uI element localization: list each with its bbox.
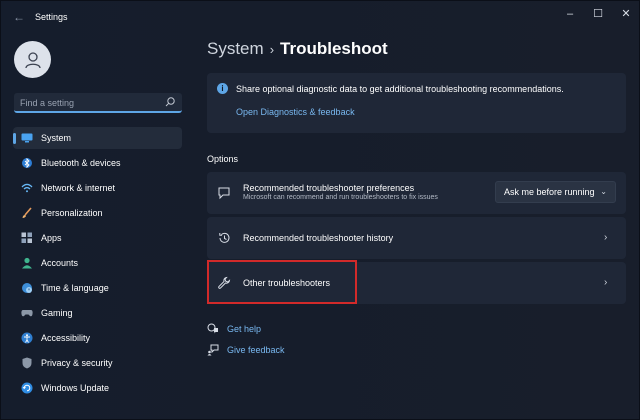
sidebar-item-label: Apps [41,233,62,243]
search-icon [165,97,175,107]
accessibility-icon [21,332,33,344]
sidebar-item-accounts[interactable]: Accounts [13,252,182,274]
row-subtitle: Microsoft can recommend and run troubles… [243,194,438,201]
troubleshooter-history-row[interactable]: Recommended troubleshooter history › [207,217,626,259]
give-feedback-link[interactable]: Give feedback [207,344,285,356]
apps-icon [21,232,33,244]
row-title: Recommended troubleshooter history [243,233,394,243]
search-box[interactable] [14,93,182,113]
troubleshooter-preference-dropdown[interactable]: Ask me before running ⌄ [495,181,616,203]
diagnostics-info-card: i Share optional diagnostic data to get … [207,73,626,133]
give-feedback-label: Give feedback [227,345,285,355]
breadcrumb-parent[interactable]: System [207,39,264,58]
sidebar-item-time-language[interactable]: Time & language [13,277,182,299]
sidebar-item-label: Accessibility [41,333,91,343]
sidebar-item-bluetooth[interactable]: Bluetooth & devices [13,152,182,174]
gamepad-icon [21,307,33,319]
help-chat-icon [207,323,218,334]
title-bar: ← Settings – ☐ ✕ [1,1,639,35]
breadcrumb: System › Troubleshoot [207,39,388,59]
sidebar-item-privacy-security[interactable]: Privacy & security [13,352,182,374]
avatar[interactable] [14,41,51,78]
person-icon [21,257,33,269]
minimize-button[interactable]: – [556,5,584,23]
sidebar-item-label: Network & internet [41,183,116,193]
chat-icon [218,187,230,200]
sidebar-item-network[interactable]: Network & internet [13,177,182,199]
open-diagnostics-link[interactable]: Open Diagnostics & feedback [236,107,355,117]
get-help-link[interactable]: Get help [207,323,261,335]
sidebar-item-label: Privacy & security [41,358,113,368]
recommended-preferences-row: Recommended troubleshooter preferences M… [207,172,626,214]
history-icon [219,232,230,243]
sidebar-item-label: Time & language [41,283,109,293]
wrench-icon [218,276,231,289]
sidebar-item-windows-update[interactable]: Windows Update [13,377,182,399]
info-icon: i [217,83,228,94]
shield-icon [21,357,33,369]
bluetooth-icon [21,157,33,169]
breadcrumb-separator: › [269,42,275,57]
get-help-label: Get help [227,324,262,334]
sidebar-item-gaming[interactable]: Gaming [13,302,182,324]
sidebar-item-accessibility[interactable]: Accessibility [13,327,182,349]
sidebar-item-label: Personalization [41,208,103,218]
row-title: Other troubleshooters [243,278,331,288]
row-title: Recommended troubleshooter preferences [243,183,415,193]
update-icon [21,382,33,394]
brush-icon [21,207,33,219]
sidebar-nav: System Bluetooth & devices Network & int… [13,127,182,402]
back-arrow-icon[interactable]: ← [11,9,27,25]
chevron-right-icon: › [604,232,608,243]
sidebar-item-system[interactable]: System [13,127,182,149]
sidebar-item-label: System [41,133,72,143]
info-text: Share optional diagnostic data to get ad… [236,84,564,94]
dropdown-value: Ask me before running [504,187,595,197]
chevron-right-icon: › [604,277,608,288]
sidebar-item-label: Bluetooth & devices [41,158,121,168]
person-icon [24,51,41,68]
wifi-icon [21,182,33,194]
chevron-down-icon: ⌄ [600,187,607,196]
globe-clock-icon [21,282,33,294]
options-heading: Options [207,154,239,164]
other-troubleshooters-row[interactable]: Other troubleshooters › [207,262,626,304]
close-button[interactable]: ✕ [612,5,640,23]
app-title: Settings [35,12,68,22]
sidebar-item-apps[interactable]: Apps [13,227,182,249]
search-input[interactable] [20,96,160,109]
settings-window: ← Settings – ☐ ✕ System [0,0,640,420]
sidebar-item-label: Gaming [41,308,73,318]
sidebar-item-personalization[interactable]: Personalization [13,202,182,224]
sidebar-item-label: Accounts [41,258,79,268]
maximize-button[interactable]: ☐ [584,5,612,23]
monitor-icon [21,132,33,144]
active-indicator [13,133,16,144]
feedback-icon [207,344,219,356]
sidebar-item-label: Windows Update [41,383,110,393]
page-title: Troubleshoot [280,39,388,58]
